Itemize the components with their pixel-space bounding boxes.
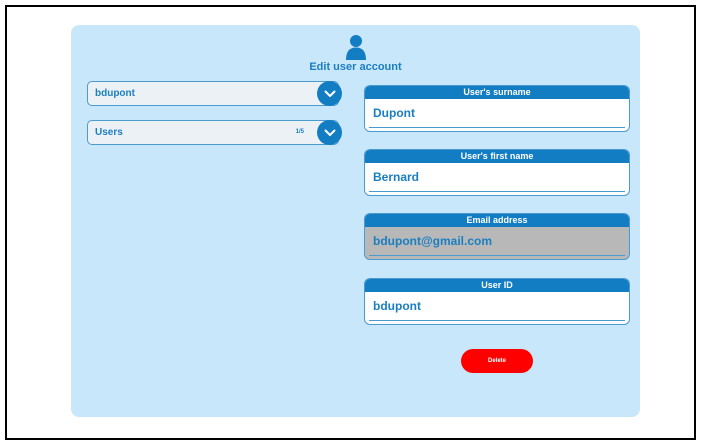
first-name-label: User's first name	[365, 150, 629, 163]
chevron-down-icon[interactable]	[317, 120, 342, 145]
group-select-value: Users	[95, 127, 123, 138]
group-select-pager: 1/5	[295, 129, 304, 135]
edit-user-panel: Edit user account bdupont Users 1/5 User…	[71, 25, 640, 417]
email-field: Email address bdupont@gmail.com	[364, 213, 630, 260]
delete-button[interactable]: Delete	[461, 349, 533, 373]
email-label: Email address	[365, 214, 629, 227]
user-icon	[345, 35, 366, 60]
group-select[interactable]: Users 1/5	[87, 120, 342, 145]
user-select-value: bdupont	[95, 88, 135, 99]
form-header: Edit user account	[71, 34, 640, 73]
surname-value[interactable]: Dupont	[365, 99, 629, 120]
first-name-field[interactable]: User's first name Bernard	[364, 149, 630, 196]
surname-underline	[369, 127, 625, 128]
chevron-down-icon[interactable]	[317, 81, 342, 106]
email-value: bdupont@gmail.com	[373, 234, 493, 248]
user-id-label: User ID	[365, 279, 629, 292]
user-id-field[interactable]: User ID bdupont	[364, 278, 630, 325]
first-name-value[interactable]: Bernard	[365, 163, 629, 184]
surname-label: User's surname	[365, 86, 629, 99]
user-id-underline	[369, 320, 625, 321]
user-select[interactable]: bdupont	[87, 81, 342, 106]
user-id-value[interactable]: bdupont	[365, 292, 629, 313]
email-underline	[369, 255, 625, 256]
page-title: Edit user account	[309, 61, 402, 73]
first-name-underline	[369, 191, 625, 192]
surname-field[interactable]: User's surname Dupont	[364, 85, 630, 132]
